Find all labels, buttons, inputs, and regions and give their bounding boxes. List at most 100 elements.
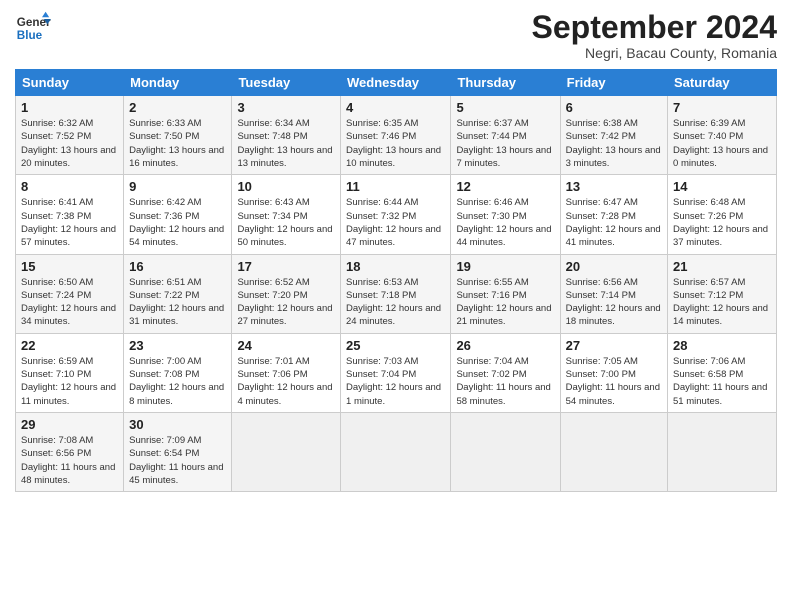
day-cell: 3Sunrise: 6:34 AMSunset: 7:48 PMDaylight… bbox=[232, 96, 341, 175]
day-info: Sunrise: 6:50 AMSunset: 7:24 PMDaylight:… bbox=[21, 276, 118, 329]
day-number: 16 bbox=[129, 259, 226, 274]
logo-icon: General Blue bbox=[15, 10, 51, 46]
day-cell: 28 Sunrise: 7:06 AMSunset: 6:58 PMDayligh… bbox=[668, 333, 777, 412]
day-cell: 11Sunrise: 6:44 AMSunset: 7:32 PMDayligh… bbox=[341, 175, 451, 254]
week-row-2: 8 Sunrise: 6:41 AMSunset: 7:38 PMDaylight… bbox=[16, 175, 777, 254]
day-number: 1 bbox=[21, 100, 118, 115]
day-number: 24 bbox=[237, 338, 335, 353]
day-number: 7 bbox=[673, 100, 771, 115]
day-number: 14 bbox=[673, 179, 771, 194]
day-cell: 15 Sunrise: 6:50 AMSunset: 7:24 PMDayligh… bbox=[16, 254, 124, 333]
day-info: Sunrise: 7:04 AMSunset: 7:02 PMDaylight:… bbox=[456, 355, 554, 408]
day-info: Sunrise: 6:47 AMSunset: 7:28 PMDaylight:… bbox=[566, 196, 662, 249]
day-info: Sunrise: 6:34 AMSunset: 7:48 PMDaylight:… bbox=[237, 117, 335, 170]
day-info: Sunrise: 6:59 AMSunset: 7:10 PMDaylight:… bbox=[21, 355, 118, 408]
day-cell: 26 Sunrise: 7:04 AMSunset: 7:02 PMDayligh… bbox=[451, 333, 560, 412]
week-row-4: 22 Sunrise: 6:59 AMSunset: 7:10 PMDayligh… bbox=[16, 333, 777, 412]
day-cell: 23Sunrise: 7:00 AMSunset: 7:08 PMDayligh… bbox=[124, 333, 232, 412]
day-number: 5 bbox=[456, 100, 554, 115]
day-number: 19 bbox=[456, 259, 554, 274]
day-number: 29 bbox=[21, 417, 118, 432]
day-cell: 2 Sunrise: 6:33 AMSunset: 7:50 PMDaylight… bbox=[124, 96, 232, 175]
day-cell: 25 Sunrise: 7:03 AMSunset: 7:04 PMDayligh… bbox=[341, 333, 451, 412]
day-info: Sunrise: 6:39 AMSunset: 7:40 PMDaylight:… bbox=[673, 117, 771, 170]
day-number: 2 bbox=[129, 100, 226, 115]
day-number: 17 bbox=[237, 259, 335, 274]
day-info: Sunrise: 7:05 AMSunset: 7:00 PMDaylight:… bbox=[566, 355, 662, 408]
day-info: Sunrise: 7:06 AMSunset: 6:58 PMDaylight:… bbox=[673, 355, 771, 408]
day-cell: 24Sunrise: 7:01 AMSunset: 7:06 PMDayligh… bbox=[232, 333, 341, 412]
day-cell bbox=[341, 412, 451, 491]
day-number: 8 bbox=[21, 179, 118, 194]
day-number: 9 bbox=[129, 179, 226, 194]
day-info: Sunrise: 6:46 AMSunset: 7:30 PMDaylight:… bbox=[456, 196, 554, 249]
day-cell: 18 Sunrise: 6:53 AMSunset: 7:18 PMDayligh… bbox=[341, 254, 451, 333]
day-info: Sunrise: 6:43 AMSunset: 7:34 PMDaylight:… bbox=[237, 196, 335, 249]
day-number: 28 bbox=[673, 338, 771, 353]
day-cell: 8 Sunrise: 6:41 AMSunset: 7:38 PMDaylight… bbox=[16, 175, 124, 254]
week-row-3: 15 Sunrise: 6:50 AMSunset: 7:24 PMDayligh… bbox=[16, 254, 777, 333]
day-cell: 4 Sunrise: 6:35 AMSunset: 7:46 PMDaylight… bbox=[341, 96, 451, 175]
day-number: 21 bbox=[673, 259, 771, 274]
day-info: Sunrise: 6:42 AMSunset: 7:36 PMDaylight:… bbox=[129, 196, 226, 249]
col-header-monday: Monday bbox=[124, 70, 232, 96]
col-header-sunday: Sunday bbox=[16, 70, 124, 96]
day-cell: 21 Sunrise: 6:57 AMSunset: 7:12 PMDayligh… bbox=[668, 254, 777, 333]
day-cell: 19 Sunrise: 6:55 AMSunset: 7:16 PMDayligh… bbox=[451, 254, 560, 333]
logo: General Blue bbox=[15, 10, 51, 46]
col-header-wednesday: Wednesday bbox=[341, 70, 451, 96]
day-info: Sunrise: 6:35 AMSunset: 7:46 PMDaylight:… bbox=[346, 117, 445, 170]
svg-text:General: General bbox=[17, 16, 51, 29]
day-number: 22 bbox=[21, 338, 118, 353]
day-cell: 30Sunrise: 7:09 AMSunset: 6:54 PMDayligh… bbox=[124, 412, 232, 491]
day-info: Sunrise: 6:53 AMSunset: 7:18 PMDaylight:… bbox=[346, 276, 445, 329]
day-info: Sunrise: 6:57 AMSunset: 7:12 PMDaylight:… bbox=[673, 276, 771, 329]
day-cell: 12 Sunrise: 6:46 AMSunset: 7:30 PMDayligh… bbox=[451, 175, 560, 254]
day-number: 4 bbox=[346, 100, 445, 115]
day-number: 12 bbox=[456, 179, 554, 194]
day-number: 25 bbox=[346, 338, 445, 353]
col-header-friday: Friday bbox=[560, 70, 667, 96]
day-cell bbox=[560, 412, 667, 491]
day-info: Sunrise: 6:48 AMSunset: 7:26 PMDaylight:… bbox=[673, 196, 771, 249]
day-info: Sunrise: 6:33 AMSunset: 7:50 PMDaylight:… bbox=[129, 117, 226, 170]
day-info: Sunrise: 6:41 AMSunset: 7:38 PMDaylight:… bbox=[21, 196, 118, 249]
day-info: Sunrise: 7:09 AMSunset: 6:54 PMDaylight:… bbox=[129, 434, 226, 487]
week-row-1: 1 Sunrise: 6:32 AMSunset: 7:52 PMDaylight… bbox=[16, 96, 777, 175]
day-number: 26 bbox=[456, 338, 554, 353]
subtitle: Negri, Bacau County, Romania bbox=[532, 45, 777, 61]
day-cell: 1 Sunrise: 6:32 AMSunset: 7:52 PMDaylight… bbox=[16, 96, 124, 175]
day-cell: 22 Sunrise: 6:59 AMSunset: 7:10 PMDayligh… bbox=[16, 333, 124, 412]
day-cell: 14 Sunrise: 6:48 AMSunset: 7:26 PMDayligh… bbox=[668, 175, 777, 254]
day-info: Sunrise: 6:52 AMSunset: 7:20 PMDaylight:… bbox=[237, 276, 335, 329]
day-number: 20 bbox=[566, 259, 662, 274]
title-block: September 2024 Negri, Bacau County, Roma… bbox=[532, 10, 777, 61]
day-number: 6 bbox=[566, 100, 662, 115]
day-info: Sunrise: 6:38 AMSunset: 7:42 PMDaylight:… bbox=[566, 117, 662, 170]
day-info: Sunrise: 6:55 AMSunset: 7:16 PMDaylight:… bbox=[456, 276, 554, 329]
day-info: Sunrise: 6:37 AMSunset: 7:44 PMDaylight:… bbox=[456, 117, 554, 170]
header: General Blue September 2024 Negri, Bacau… bbox=[15, 10, 777, 61]
day-number: 10 bbox=[237, 179, 335, 194]
svg-text:Blue: Blue bbox=[17, 29, 43, 42]
day-number: 23 bbox=[129, 338, 226, 353]
day-cell: 10 Sunrise: 6:43 AMSunset: 7:34 PMDayligh… bbox=[232, 175, 341, 254]
day-number: 18 bbox=[346, 259, 445, 274]
day-info: Sunrise: 6:32 AMSunset: 7:52 PMDaylight:… bbox=[21, 117, 118, 170]
day-cell: 27Sunrise: 7:05 AMSunset: 7:00 PMDayligh… bbox=[560, 333, 667, 412]
day-cell: 7 Sunrise: 6:39 AMSunset: 7:40 PMDaylight… bbox=[668, 96, 777, 175]
day-number: 11 bbox=[346, 179, 445, 194]
day-cell: 17 Sunrise: 6:52 AMSunset: 7:20 PMDayligh… bbox=[232, 254, 341, 333]
day-info: Sunrise: 6:51 AMSunset: 7:22 PMDaylight:… bbox=[129, 276, 226, 329]
col-header-saturday: Saturday bbox=[668, 70, 777, 96]
day-info: Sunrise: 7:03 AMSunset: 7:04 PMDaylight:… bbox=[346, 355, 445, 408]
day-cell bbox=[668, 412, 777, 491]
month-title: September 2024 bbox=[532, 10, 777, 45]
day-cell: 29Sunrise: 7:08 AMSunset: 6:56 PMDayligh… bbox=[16, 412, 124, 491]
day-cell: 20 Sunrise: 6:56 AMSunset: 7:14 PMDayligh… bbox=[560, 254, 667, 333]
day-number: 15 bbox=[21, 259, 118, 274]
day-cell: 6 Sunrise: 6:38 AMSunset: 7:42 PMDaylight… bbox=[560, 96, 667, 175]
day-info: Sunrise: 6:56 AMSunset: 7:14 PMDaylight:… bbox=[566, 276, 662, 329]
day-cell: 16 Sunrise: 6:51 AMSunset: 7:22 PMDayligh… bbox=[124, 254, 232, 333]
page: General Blue September 2024 Negri, Bacau… bbox=[0, 0, 792, 612]
